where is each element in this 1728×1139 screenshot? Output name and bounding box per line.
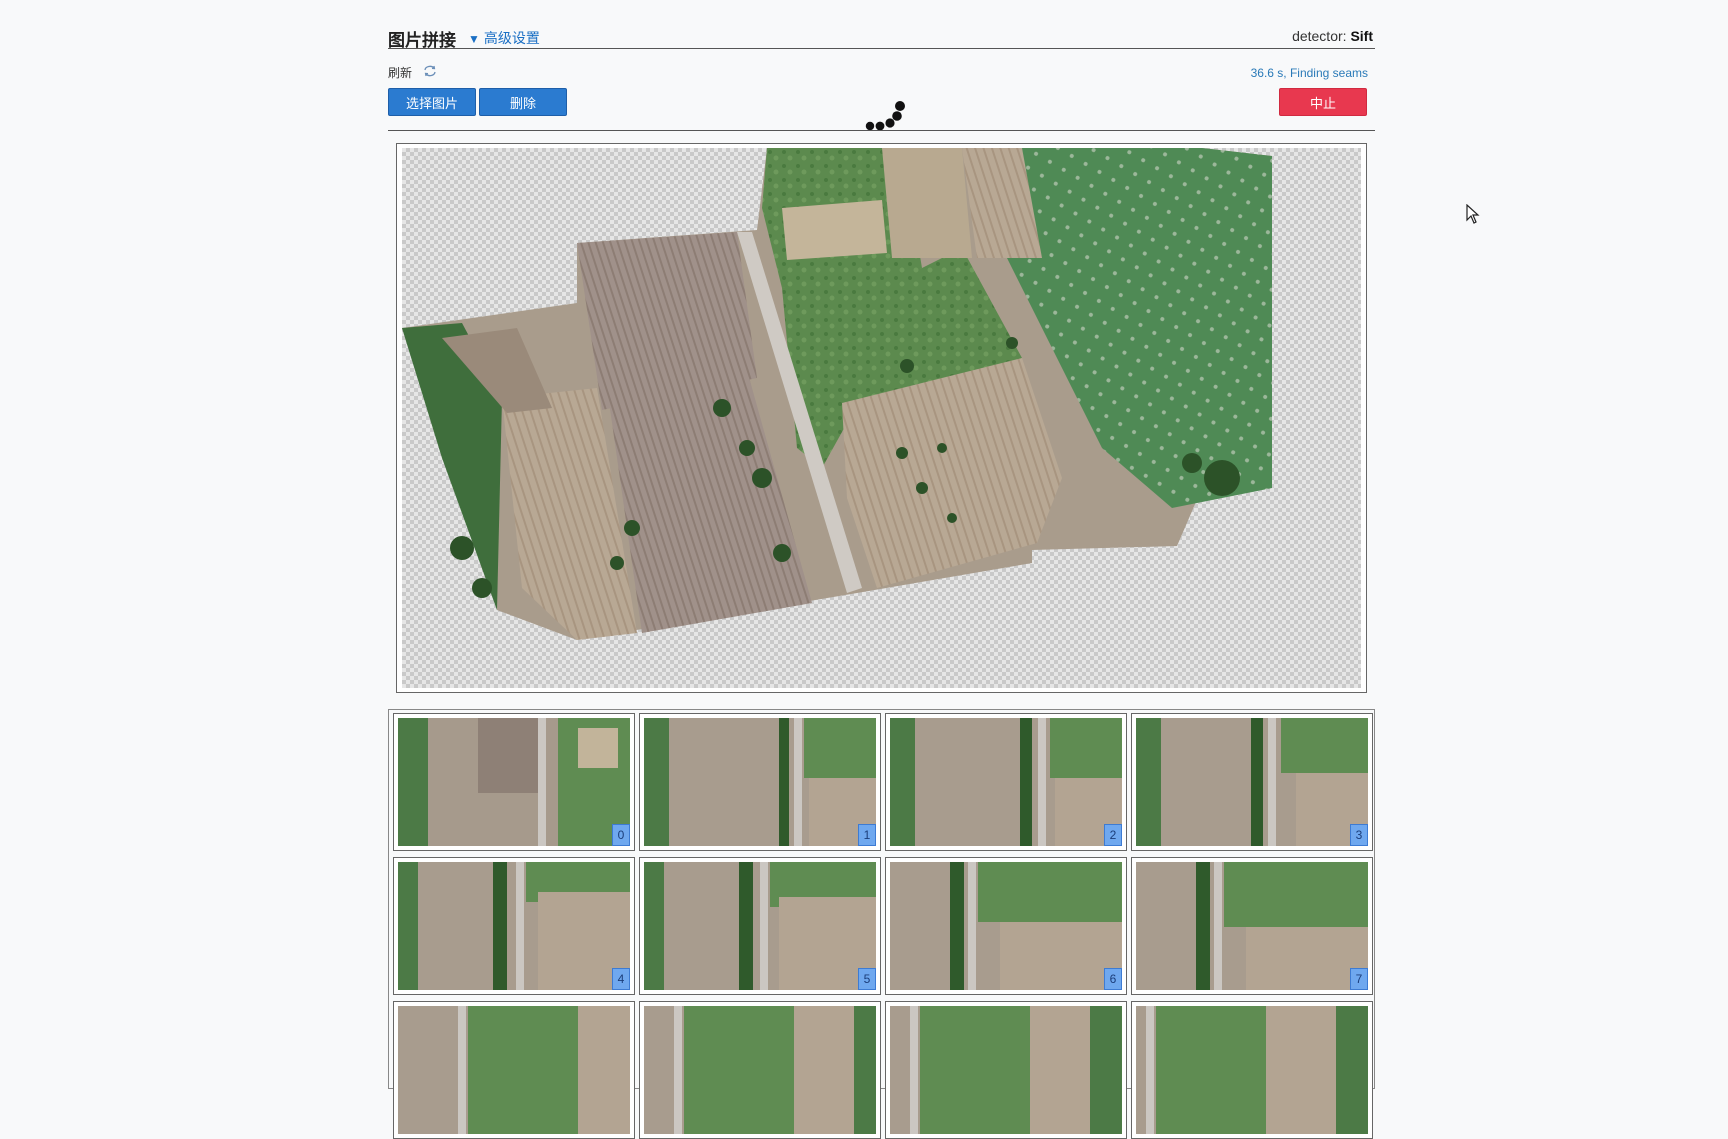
thumbnail-index-badge: 7: [1350, 968, 1368, 990]
thumbnail-index-badge: 1: [858, 824, 876, 846]
stitched-preview: [396, 143, 1367, 693]
stitched-panorama-image: [402, 148, 1272, 640]
delete-button[interactable]: 删除: [479, 88, 567, 116]
detector-info: detector: Sift: [1292, 28, 1373, 44]
thumbnail-index-badge: 6: [1104, 968, 1122, 990]
header: 图片拼接 ▼ 高级设置 detector: Sift: [388, 24, 1375, 50]
thumbnail-grid: 0 1 2 3 4 5 6 7: [388, 709, 1375, 1139]
toolbar: 刷新 36.6 s, Finding seams 选择图片 删除 中止: [388, 60, 1375, 131]
loading-spinner-icon: [862, 80, 922, 131]
select-images-button[interactable]: 选择图片: [388, 88, 476, 116]
thumbnail-4[interactable]: 4: [393, 857, 635, 995]
thumbnail-image: [1136, 718, 1368, 846]
thumbnail-1[interactable]: 1: [639, 713, 881, 851]
detector-label: detector:: [1292, 28, 1347, 44]
thumbnail-8[interactable]: [393, 1001, 635, 1139]
thumbnail-image: [398, 1006, 630, 1134]
thumbnail-7[interactable]: 7: [1131, 857, 1373, 995]
thumbnail-index-badge: 2: [1104, 824, 1122, 846]
thumbnail-index-badge: 4: [612, 968, 630, 990]
detector-value: Sift: [1350, 28, 1373, 44]
thumbnail-10[interactable]: [885, 1001, 1127, 1139]
thumbnail-image: [398, 718, 630, 846]
thumbnail-9[interactable]: [639, 1001, 881, 1139]
thumbnail-image: [644, 862, 876, 990]
thumbnail-index-badge: 3: [1350, 824, 1368, 846]
advanced-settings-toggle[interactable]: ▼ 高级设置: [468, 28, 540, 48]
thumbnail-image: [890, 718, 1122, 846]
refresh-icon[interactable]: [423, 65, 437, 80]
thumbnail-3[interactable]: 3: [1131, 713, 1373, 851]
thumbnail-index-badge: 0: [612, 824, 630, 846]
thumbnail-image: [1136, 862, 1368, 990]
thumbnail-image: [890, 862, 1122, 990]
thumbnail-11[interactable]: [1131, 1001, 1373, 1139]
mouse-cursor-icon: [1466, 203, 1480, 229]
thumbnail-image: [644, 1006, 876, 1134]
abort-button[interactable]: 中止: [1279, 88, 1367, 116]
thumbnail-image: [890, 1006, 1122, 1134]
thumbnail-image: [398, 862, 630, 990]
thumbnail-2[interactable]: 2: [885, 713, 1127, 851]
refresh-control[interactable]: 刷新: [388, 64, 437, 81]
thumbnail-5[interactable]: 5: [639, 857, 881, 995]
progress-status: 36.6 s, Finding seams: [1250, 66, 1368, 80]
thumbnail-image: [1136, 1006, 1368, 1134]
triangle-down-icon: ▼: [468, 32, 480, 46]
thumbnail-index-badge: 5: [858, 968, 876, 990]
thumbnail-0[interactable]: 0: [393, 713, 635, 851]
advanced-settings-label: 高级设置: [483, 30, 540, 46]
transparency-background: [402, 148, 1361, 688]
page-title: 图片拼接: [388, 31, 456, 50]
thumbnail-6[interactable]: 6: [885, 857, 1127, 995]
thumbnail-image: [644, 718, 876, 846]
refresh-label: 刷新: [388, 66, 413, 80]
